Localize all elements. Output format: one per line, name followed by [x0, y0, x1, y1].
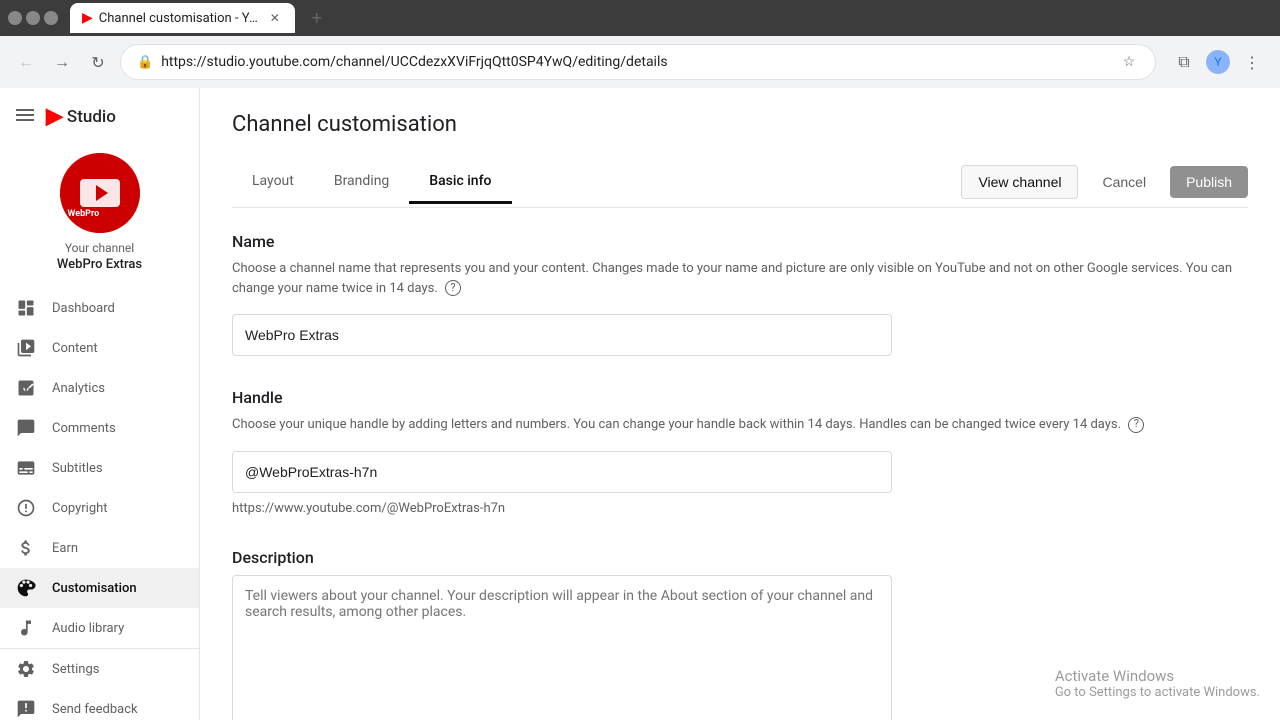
publish-button[interactable]: Publish: [1170, 166, 1248, 198]
channel-avatar[interactable]: WebPro: [60, 153, 140, 233]
page-title: Channel customisation: [232, 112, 1248, 137]
handle-section: Handle Choose your unique handle by addi…: [232, 388, 1248, 516]
handle-section-desc: Choose your unique handle by adding lett…: [232, 415, 1248, 435]
comments-label: Comments: [52, 421, 116, 436]
handle-help-icon[interactable]: ?: [1128, 417, 1144, 433]
view-channel-button[interactable]: View channel: [961, 165, 1078, 199]
more-icon[interactable]: ⋮: [1236, 46, 1268, 78]
hamburger-menu[interactable]: [12, 105, 38, 129]
main-content: Channel customisation Layout Branding Ba…: [200, 88, 1280, 720]
handle-input[interactable]: [232, 451, 892, 493]
settings-icon: [16, 659, 36, 679]
copyright-label: Copyright: [52, 501, 108, 516]
earn-icon: [16, 538, 36, 558]
bookmark-icon[interactable]: ☆: [1119, 52, 1139, 72]
audio-icon: [16, 618, 36, 638]
sidebar-item-dashboard[interactable]: Dashboard: [0, 288, 199, 328]
earn-label: Earn: [52, 541, 78, 556]
profile-icon[interactable]: Y: [1202, 46, 1234, 78]
address-bar[interactable]: 🔒 https://studio.youtube.com/channel/UCC…: [120, 44, 1156, 80]
sidebar-item-content[interactable]: Content: [0, 328, 199, 368]
close-tab-button[interactable]: ✕: [267, 10, 283, 26]
reload-button[interactable]: ↻: [84, 48, 112, 76]
comments-icon: [16, 418, 36, 438]
sidebar-item-customisation[interactable]: Customisation: [0, 568, 199, 608]
analytics-label: Analytics: [52, 381, 105, 396]
dashboard-icon: [16, 298, 36, 318]
sidebar-item-earn[interactable]: Earn: [0, 528, 199, 568]
handle-section-title: Handle: [232, 388, 1248, 407]
tab-branding[interactable]: Branding: [314, 161, 409, 204]
content-icon: [16, 338, 36, 358]
description-input[interactable]: [232, 575, 892, 720]
handle-url: https://www.youtube.com/@WebProExtras-h7…: [232, 501, 1248, 516]
copyright-icon: [16, 498, 36, 518]
subtitles-label: Subtitles: [52, 461, 103, 476]
description-section-title: Description: [232, 548, 1248, 567]
description-section: Description: [232, 548, 1248, 720]
customisation-label: Customisation: [52, 581, 137, 596]
url-text: https://studio.youtube.com/channel/UCCde…: [161, 54, 1111, 70]
subtitles-icon: [16, 458, 36, 478]
feedback-icon: [16, 699, 36, 719]
sidebar-item-send-feedback[interactable]: Send feedback: [0, 689, 199, 720]
dashboard-label: Dashboard: [52, 301, 115, 316]
name-help-icon[interactable]: ?: [445, 280, 461, 296]
sidebar-item-comments[interactable]: Comments: [0, 408, 199, 448]
audio-library-label: Audio library: [52, 621, 124, 636]
tab-title: Channel customisation - YouTu...: [99, 11, 259, 26]
tab-layout[interactable]: Layout: [232, 161, 314, 204]
channel-name-label: WebPro Extras: [12, 257, 187, 272]
content-label: Content: [52, 341, 98, 356]
youtube-studio-logo[interactable]: ▶ Studio: [46, 104, 116, 129]
sidebar-item-subtitles[interactable]: Subtitles: [0, 448, 199, 488]
active-tab[interactable]: ▶ Channel customisation - YouTu... ✕: [70, 3, 295, 33]
name-section-desc: Choose a channel name that represents yo…: [232, 259, 1248, 298]
name-input[interactable]: [232, 314, 892, 356]
lock-icon: 🔒: [137, 55, 153, 70]
sidebar-item-analytics[interactable]: Analytics: [0, 368, 199, 408]
new-tab-button[interactable]: +: [303, 4, 331, 32]
customisation-icon: [16, 578, 36, 598]
sidebar-item-settings[interactable]: Settings: [0, 649, 199, 689]
send-feedback-label: Send feedback: [52, 702, 138, 717]
tab-basic-info[interactable]: Basic info: [409, 161, 511, 204]
sidebar-item-audio-library[interactable]: Audio library: [0, 608, 199, 648]
sidebar: ▶ Studio WebPro Your channel WebPro Extr…: [0, 88, 200, 720]
name-section: Name Choose a channel name that represen…: [232, 232, 1248, 356]
cancel-button[interactable]: Cancel: [1086, 166, 1162, 198]
sidebar-item-copyright[interactable]: Copyright: [0, 488, 199, 528]
analytics-icon: [16, 378, 36, 398]
channel-section: WebPro Your channel WebPro Extras: [0, 145, 199, 288]
studio-text: Studio: [67, 107, 116, 127]
tab-favicon: ▶: [82, 10, 93, 26]
sidebar-nav: Dashboard Content Analytics: [0, 288, 199, 648]
extensions-icon[interactable]: ⧉: [1168, 46, 1200, 78]
forward-button[interactable]: →: [48, 48, 76, 76]
name-section-title: Name: [232, 232, 1248, 251]
settings-label: Settings: [52, 662, 99, 677]
your-channel-label: Your channel: [12, 241, 187, 255]
back-button[interactable]: ←: [12, 48, 40, 76]
